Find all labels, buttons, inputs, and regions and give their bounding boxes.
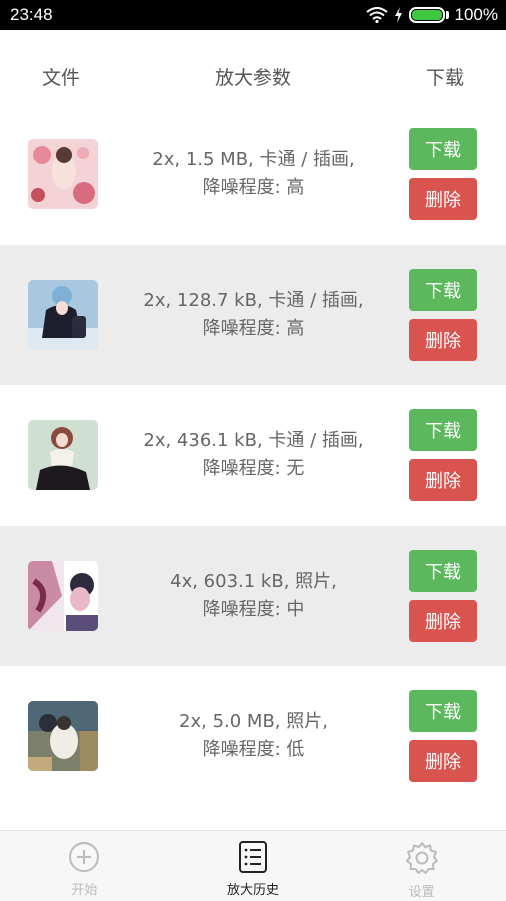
- image-thumbnail[interactable]: [28, 280, 98, 350]
- image-thumbnail[interactable]: [28, 701, 98, 771]
- delete-button[interactable]: 删除: [409, 600, 477, 642]
- download-button[interactable]: 下载: [409, 550, 477, 592]
- history-row: 2x, 5.0 MB, 照片, 降噪程度: 低 下载 删除: [0, 666, 506, 806]
- image-thumbnail[interactable]: [28, 139, 98, 209]
- tab-settings[interactable]: 设置: [337, 831, 506, 901]
- image-thumbnail[interactable]: [28, 561, 98, 631]
- params-line-2: 降噪程度: 低: [202, 739, 305, 760]
- upscale-params: 4x, 603.1 kB, 照片, 降噪程度: 中: [98, 568, 409, 624]
- status-icons: 100%: [365, 5, 498, 25]
- plus-circle-icon: [69, 842, 100, 872]
- upscale-params: 2x, 436.1 kB, 卡通 / 插画, 降噪程度: 无: [98, 427, 409, 483]
- row-actions: 下载 删除: [409, 409, 477, 501]
- bottom-tab-bar: 开始 放大历史 设置: [0, 830, 506, 901]
- download-button[interactable]: 下载: [409, 128, 477, 170]
- history-row: 2x, 128.7 kB, 卡通 / 插画, 降噪程度: 高 下载 删除: [0, 245, 506, 385]
- delete-button[interactable]: 删除: [409, 178, 477, 220]
- battery-cap: [445, 11, 449, 19]
- header-download: 下载: [425, 66, 464, 89]
- list-icon: [239, 841, 267, 873]
- download-button[interactable]: 下载: [409, 269, 477, 311]
- row-actions: 下载 删除: [409, 128, 477, 220]
- params-line-1: 2x, 128.7 kB, 卡通 / 插画,: [143, 290, 364, 311]
- download-button[interactable]: 下载: [409, 409, 477, 451]
- tab-start[interactable]: 开始: [0, 831, 169, 901]
- tab-start-label: 开始: [71, 883, 98, 898]
- download-button[interactable]: 下载: [409, 690, 477, 732]
- upscale-params: 2x, 1.5 MB, 卡通 / 插画, 降噪程度: 高: [98, 146, 409, 202]
- header-params: 放大参数: [214, 66, 291, 89]
- params-line-2: 降噪程度: 高: [202, 177, 305, 198]
- row-actions: 下载 删除: [409, 690, 477, 782]
- history-row: 2x, 1.5 MB, 卡通 / 插画, 降噪程度: 高 下载 删除: [0, 104, 506, 244]
- tab-history[interactable]: 放大历史: [169, 831, 338, 901]
- wifi-icon: [365, 7, 388, 23]
- params-line-1: 2x, 436.1 kB, 卡通 / 插画,: [143, 430, 364, 451]
- tab-history-label: 放大历史: [227, 883, 280, 898]
- history-row: 4x, 603.1 kB, 照片, 降噪程度: 中 下载 删除: [0, 526, 506, 666]
- status-time: 23:48: [10, 5, 53, 24]
- params-line-2: 降噪程度: 高: [202, 318, 305, 339]
- tab-settings-label: 设置: [408, 885, 435, 900]
- history-row: 2x, 436.1 kB, 卡通 / 插画, 降噪程度: 无 下载 删除: [0, 385, 506, 525]
- params-line-2: 降噪程度: 中: [202, 599, 305, 620]
- upscale-params: 2x, 5.0 MB, 照片, 降噪程度: 低: [98, 708, 409, 764]
- gear-icon: [405, 842, 438, 874]
- battery-percent: 100%: [454, 5, 498, 24]
- charging-icon: [394, 7, 402, 23]
- row-actions: 下载 删除: [409, 269, 477, 361]
- params-line-1: 2x, 5.0 MB, 照片,: [179, 711, 328, 732]
- battery-icon: [408, 7, 445, 23]
- header-file: 文件: [41, 66, 80, 89]
- params-line-2: 降噪程度: 无: [202, 458, 305, 479]
- delete-button[interactable]: 删除: [409, 740, 477, 782]
- upscale-params: 2x, 128.7 kB, 卡通 / 插画, 降噪程度: 高: [98, 287, 409, 343]
- battery-fill: [411, 10, 442, 20]
- delete-button[interactable]: 删除: [409, 459, 477, 501]
- row-actions: 下载 删除: [409, 550, 477, 642]
- params-line-1: 2x, 1.5 MB, 卡通 / 插画,: [152, 149, 355, 170]
- image-thumbnail[interactable]: [28, 420, 98, 490]
- params-line-1: 4x, 603.1 kB, 照片,: [170, 571, 337, 592]
- delete-button[interactable]: 删除: [409, 319, 477, 361]
- status-bar: 23:48 100%: [0, 0, 506, 30]
